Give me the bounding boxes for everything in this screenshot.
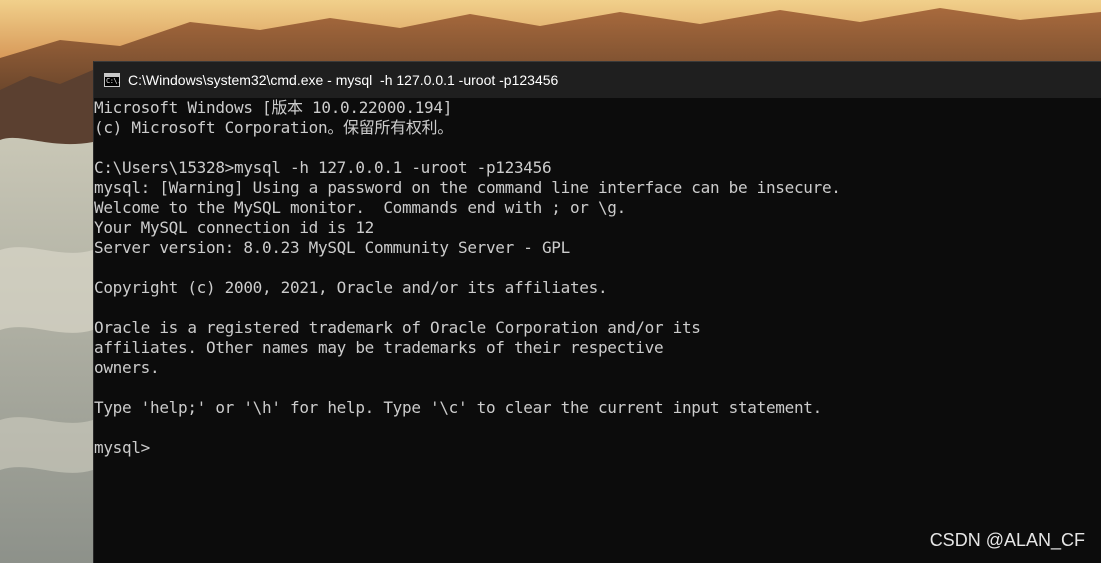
console-line: C:\Users\15328>mysql -h 127.0.0.1 -uroot… [94,158,552,177]
console-line: Server version: 8.0.23 MySQL Community S… [94,238,570,257]
console-output[interactable]: Microsoft Windows [版本 10.0.22000.194] (c… [94,98,1101,563]
watermark: CSDN @ALAN_CF [929,530,1085,550]
console-line: Copyright (c) 2000, 2021, Oracle and/or … [94,278,608,297]
window-title: C:\Windows\system32\cmd.exe - mysql -h 1… [128,72,559,88]
console-line: Microsoft Windows [版本 10.0.22000.194] [94,98,453,117]
console-line: Welcome to the MySQL monitor. Commands e… [94,198,626,217]
window-titlebar[interactable]: C:\. C:\Windows\system32\cmd.exe - mysql… [94,62,1101,98]
console-line: Your MySQL connection id is 12 [94,218,374,237]
console-line: owners. [94,358,160,377]
console-line: mysql: [Warning] Using a password on the… [94,178,841,197]
console-line: (c) Microsoft Corporation。保留所有权利。 [94,118,453,137]
console-line: Oracle is a registered trademark of Orac… [94,318,701,337]
console-line: affiliates. Other names may be trademark… [94,338,664,357]
cmd-icon: C:\. [104,73,121,87]
mysql-prompt[interactable]: mysql> [94,438,1101,458]
console-line: Type 'help;' or '\h' for help. Type '\c'… [94,398,822,417]
cmd-window[interactable]: C:\. C:\Windows\system32\cmd.exe - mysql… [93,61,1101,563]
cmd-icon-glyph: C:\. [106,77,121,85]
